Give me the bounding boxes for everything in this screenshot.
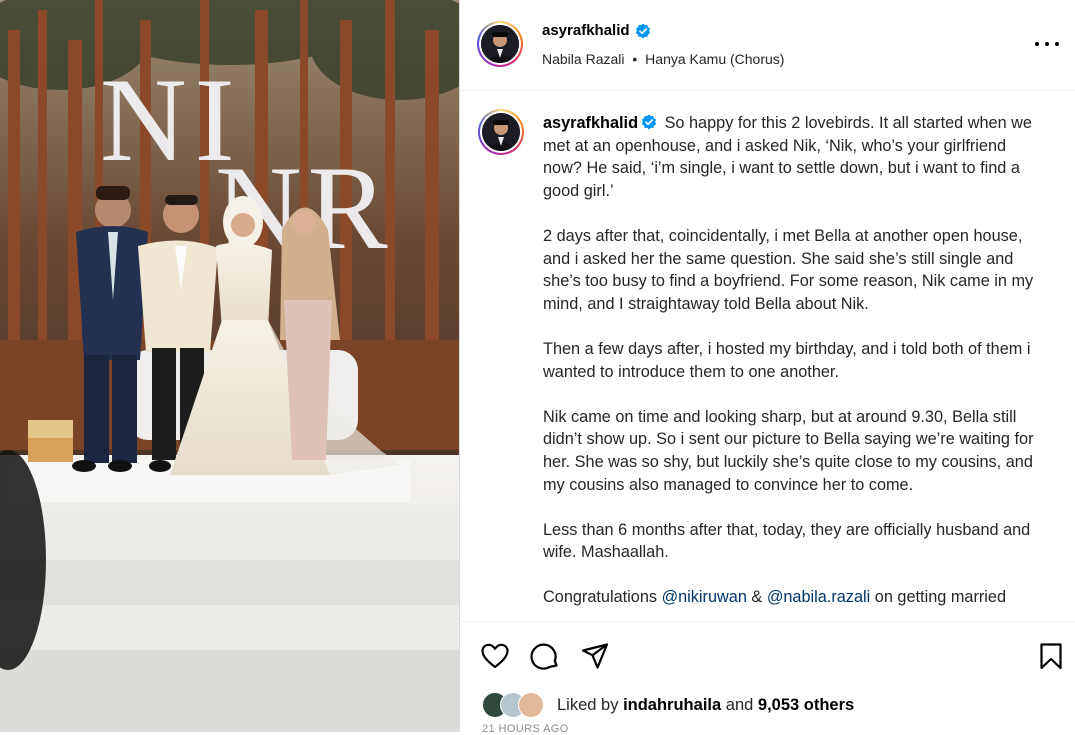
likes-prefix: Liked by bbox=[557, 695, 619, 714]
congrats-suffix: on getting married bbox=[874, 588, 1007, 607]
congrats-prefix: Congratulations bbox=[543, 588, 658, 607]
caption-paragraph: Nik came on time and looking sharp, but … bbox=[543, 407, 1034, 494]
liker-avatar bbox=[518, 692, 544, 718]
caption-author-avatar[interactable] bbox=[478, 109, 524, 155]
verified-badge-icon bbox=[635, 23, 650, 38]
avatar-image bbox=[482, 113, 520, 151]
caption-paragraph: 2 days after that, coincidentally, i met… bbox=[543, 226, 1034, 313]
likes-others-count[interactable]: 9,053 others bbox=[758, 696, 854, 715]
likes-summary[interactable]: Liked by indahruhaila and 9,053 others bbox=[482, 692, 854, 718]
post-actions-bar: Liked by indahruhaila and 9,053 others 2… bbox=[460, 621, 1075, 735]
audio-separator: • bbox=[632, 51, 638, 67]
mention-link[interactable]: @nabila.razali bbox=[767, 588, 870, 606]
liker-username[interactable]: indahruhaila bbox=[623, 696, 721, 715]
caption-congrats: Congratulations @nikiruwan & @nabila.raz… bbox=[543, 586, 1043, 609]
congrats-joiner: & bbox=[751, 588, 763, 607]
author-username[interactable]: asyrafkhalid bbox=[542, 22, 630, 39]
comment-icon[interactable] bbox=[530, 641, 560, 671]
post-header: asyrafkhalid Nabila Razali • Hanya Kamu … bbox=[460, 0, 1075, 91]
mention-link[interactable]: @nikiruwan bbox=[662, 588, 747, 606]
avatar-image bbox=[481, 25, 519, 63]
caption-username[interactable]: asyrafkhalid bbox=[543, 114, 638, 132]
audio-artist[interactable]: Nabila Razali bbox=[542, 51, 624, 67]
verified-badge-icon bbox=[641, 114, 657, 130]
caption-scroll-area[interactable]: asyrafkhalid So happy for this 2 lovebir… bbox=[460, 91, 1075, 621]
bookmark-icon[interactable] bbox=[1036, 641, 1066, 671]
post-photo[interactable]: NI NR bbox=[0, 0, 459, 732]
caption-text: asyrafkhalid So happy for this 2 lovebir… bbox=[543, 112, 1043, 621]
post-timestamp[interactable]: 21 HOURS AGO bbox=[482, 723, 569, 735]
heart-icon[interactable] bbox=[480, 641, 510, 671]
post-details-panel: asyrafkhalid Nabila Razali • Hanya Kamu … bbox=[459, 0, 1075, 735]
audio-track[interactable]: Hanya Kamu (Chorus) bbox=[645, 51, 784, 67]
liker-avatars[interactable] bbox=[482, 692, 548, 718]
caption-paragraph: Less than 6 months after that, today, th… bbox=[543, 520, 1031, 562]
wedding-photo: NI NR bbox=[0, 0, 459, 732]
audio-attribution[interactable]: Nabila Razali • Hanya Kamu (Chorus) bbox=[542, 51, 784, 67]
likes-joiner: and bbox=[725, 695, 754, 714]
caption-paragraph: Then a few days after, i hosted my birth… bbox=[543, 339, 1031, 381]
more-options-icon[interactable] bbox=[1035, 34, 1059, 54]
share-icon[interactable] bbox=[580, 641, 610, 671]
author-avatar[interactable] bbox=[477, 21, 523, 67]
